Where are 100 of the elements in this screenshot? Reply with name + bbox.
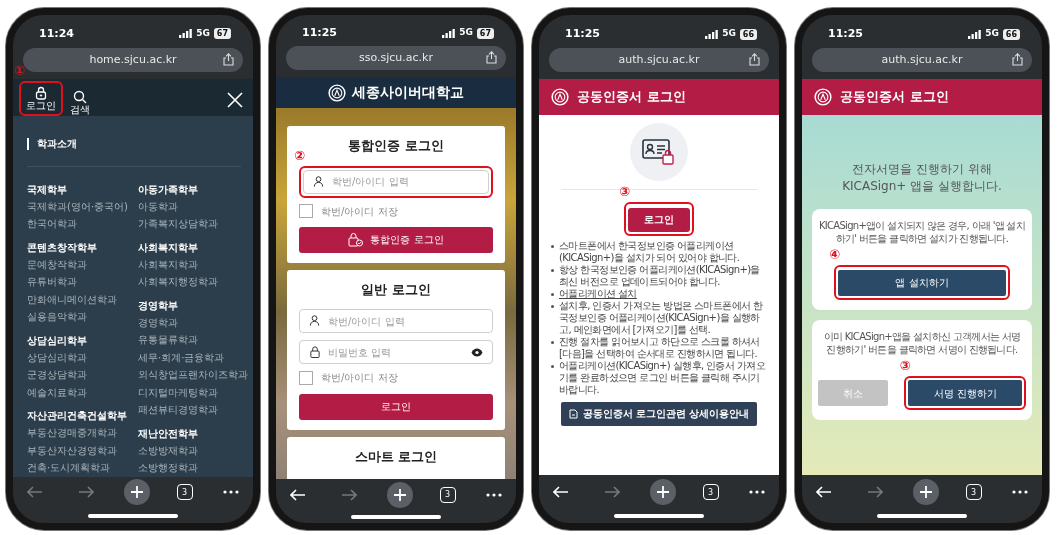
network-label: 5G [985,27,999,41]
department-link[interactable]: 한국어학과 [27,215,138,233]
url-text: sso.sjcu.ac.kr [359,49,433,66]
login-button[interactable]: 로그인 [299,393,493,420]
address-bar[interactable]: auth.sjcu.ac.kr [812,48,1032,72]
group-heading: 국제학부 [27,182,68,197]
battery-indicator: 67 [476,27,494,39]
department-link[interactable]: 세무·회계·금융학과 [138,348,248,367]
tabs-button[interactable]: 3 [702,484,719,500]
address-bar[interactable]: auth.sjcu.ac.kr [549,48,769,72]
sign-button[interactable]: 서명 진행하기 [908,380,1022,406]
department-link[interactable]: 국제학과(영어·중국어) [27,197,138,216]
department-link[interactable]: 외식창업프랜차이즈학과 [138,366,248,384]
url-text: auth.sjcu.ac.kr [881,51,963,68]
url-text: home.sjcu.ac.kr [89,51,177,68]
share-icon[interactable] [486,51,497,65]
checkbox[interactable] [299,370,313,385]
document-icon [568,408,578,419]
new-tab-button[interactable] [124,479,150,506]
department-link[interactable]: 가족복지상담학과 [138,215,248,233]
id-card-lock-icon [642,138,676,166]
install-link[interactable]: 어플리케이션 설치 [559,287,637,300]
department-link[interactable]: 군경상담학과 [27,366,138,384]
back-arrow-icon [27,486,43,499]
id-field[interactable]: 학번/아이디 입력 [299,309,493,334]
group-heading: 경영학부 [138,298,179,313]
bullet-icon [551,244,554,248]
group-heading: 콘텐츠창작학부 [27,240,98,255]
integrated-login-button[interactable]: 통합인증 로그인 [299,226,493,253]
more-icon [749,490,765,494]
message-text: 전자서명을 진행하기 위해 KICASign+ 앱을 실행합니다. [841,161,1003,195]
bullet-icon [551,340,554,344]
department-link[interactable]: 유튜버학과 [27,273,138,291]
tabs-button[interactable]: 3 [176,484,193,501]
new-tab-button[interactable] [387,481,413,508]
plus-icon [394,488,406,501]
step-marker: ② [294,148,305,163]
plus-icon [657,486,669,498]
more-icon [223,490,239,495]
seal-logo [814,88,832,106]
department-link[interactable]: 부동산경매중개학과 [27,424,138,442]
password-field[interactable]: 비밀번호 입력 [299,340,493,365]
department-link[interactable]: 패션뷰티경영학과 [138,401,248,419]
department-link[interactable]: 사회복지학과 [138,255,248,274]
signal-icon [705,29,719,39]
forward-arrow-icon [77,486,94,499]
lock-icon [34,85,48,100]
id-field[interactable]: 학번/아이디 입력 [303,169,489,194]
department-link[interactable]: 문예창작학과 [27,255,138,274]
search-icon [73,89,87,104]
login-button[interactable]: 로그인 [23,84,59,112]
page-title: 공동인증서 로그인 [840,88,949,107]
search-button[interactable]: 검색 [67,88,93,116]
department-link[interactable]: 소방방재학과 [138,441,248,460]
bullet-icon [551,268,554,272]
department-link[interactable]: 사회복지행정학과 [138,273,248,291]
network-label: 5G [722,27,736,41]
department-link[interactable]: 유통물류학과 [138,331,248,349]
new-tab-button[interactable] [650,479,676,505]
department-link[interactable]: 경영학과 [138,313,248,332]
status-time: 11:25 [828,25,863,42]
share-icon[interactable] [223,52,234,66]
install-app-button[interactable]: 앱 설치하기 [838,269,1006,296]
department-link[interactable]: 디지털마케팅학과 [138,383,248,402]
department-link[interactable]: 상담심리학과 [27,348,138,367]
back-arrow-icon [816,486,832,498]
status-time: 11:25 [302,24,337,41]
department-link[interactable]: 아동학과 [138,197,248,216]
share-icon[interactable] [1012,53,1023,66]
forward-arrow-icon [340,488,357,501]
step-marker: ① [14,63,25,78]
section-title: 학과소개 [27,137,77,150]
department-link[interactable]: 건축·도시계획학과 [27,459,138,477]
checkbox-label: 학번/아이디 저장 [321,371,398,386]
close-icon [227,91,243,108]
tabs-button[interactable]: 3 [439,486,456,503]
user-icon [309,314,321,328]
group-heading: 재난안전학부 [138,426,199,441]
department-link[interactable]: 부동산자산경영학과 [27,441,138,460]
close-button[interactable] [227,91,243,108]
department-link[interactable]: 예술치료학과 [27,383,138,402]
more-icon [1012,490,1028,494]
department-link[interactable]: 실용음악학과 [27,308,138,326]
tabs-button[interactable]: 3 [965,484,982,500]
checkbox-label: 학번/아이디 저장 [321,204,398,219]
department-link[interactable]: 소방행정학과 [138,459,248,477]
url-text: auth.sjcu.ac.kr [618,51,700,68]
share-icon[interactable] [749,53,760,66]
status-time: 11:24 [39,25,74,42]
eye-icon[interactable] [471,348,483,358]
department-link[interactable]: 만화애니메이션학과 [27,290,138,309]
login-button[interactable]: 로그인 [628,207,690,232]
note-text: 스마트폰에서 한국정보인증 어플리케이션(KICASign+)을 설치가 되어 있어야 합니다. [559,239,741,264]
guide-button[interactable]: 공동인증서 로그인관련 상세이용안내 [560,401,758,426]
step-marker: ③ [899,358,911,373]
address-bar[interactable]: sso.sjcu.ac.kr [286,46,506,71]
checkbox[interactable] [299,204,313,219]
new-tab-button[interactable] [913,479,939,505]
group-heading: 아동가족학부 [138,182,199,197]
status-time: 11:25 [565,25,600,42]
